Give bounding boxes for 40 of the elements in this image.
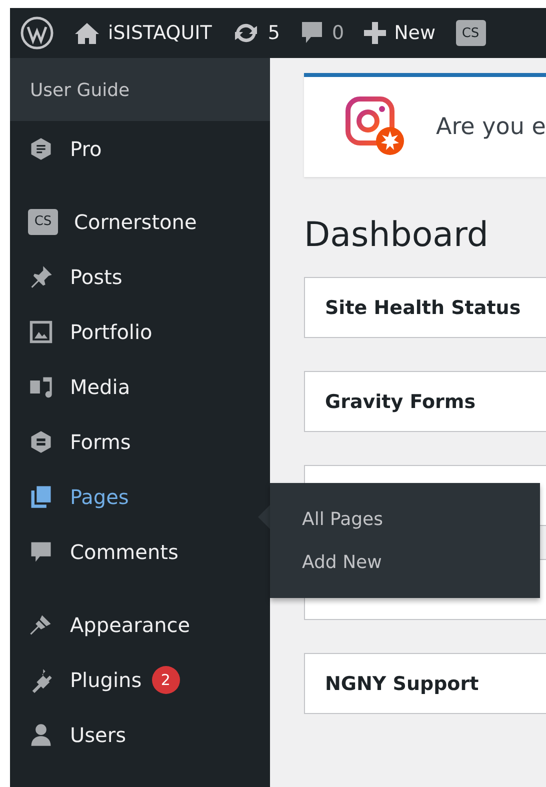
sidebar-menu-item[interactable]: Appearance bbox=[10, 597, 270, 652]
menu-label: Cornerstone bbox=[74, 210, 197, 234]
page-title: Dashboard bbox=[304, 215, 490, 255]
sidebar-menu-item[interactable]: Forms bbox=[10, 414, 270, 469]
cs-logo-icon[interactable]: CS bbox=[456, 20, 486, 46]
sidebar-menu-item[interactable]: Portfolio bbox=[10, 304, 270, 359]
menu-label: Plugins bbox=[70, 668, 142, 692]
site-name-link[interactable]: iSISTAQUIT bbox=[108, 22, 212, 44]
sidebar-menu-item[interactable]: Posts bbox=[10, 249, 270, 304]
menu-label: Comments bbox=[70, 540, 178, 564]
submenu-link[interactable]: User Guide bbox=[30, 80, 270, 101]
sidebar-menu-item[interactable]: Comments bbox=[10, 524, 270, 579]
sidebar-menu-item[interactable]: Media bbox=[10, 359, 270, 414]
menu-label: Pro bbox=[70, 136, 102, 160]
updates-count[interactable]: 5 bbox=[268, 22, 280, 44]
gallery-icon bbox=[28, 318, 54, 344]
menu-label: Appearance bbox=[70, 612, 190, 636]
menu-label: Pages bbox=[70, 484, 129, 508]
menu-label: Posts bbox=[70, 264, 122, 288]
wordpress-logo-icon[interactable] bbox=[20, 16, 54, 50]
widget-title[interactable]: NGNY Support bbox=[325, 672, 479, 694]
cs-logo-icon: CS bbox=[28, 208, 58, 234]
widget-title[interactable]: Gravity Forms bbox=[325, 390, 476, 412]
sidebar-menu-item[interactable]: Plugins 2 bbox=[10, 652, 270, 707]
new-link[interactable]: New bbox=[394, 22, 436, 44]
flyout-link[interactable]: Add New bbox=[302, 552, 540, 572]
sidebar-menu-item[interactable]: CS Cornerstone bbox=[10, 194, 270, 249]
flyout-link[interactable]: All Pages bbox=[302, 508, 540, 530]
menu-label: Portfolio bbox=[70, 320, 152, 344]
menu-label: Forms bbox=[70, 430, 131, 454]
count-badge: 2 bbox=[152, 666, 180, 694]
home-icon[interactable] bbox=[74, 21, 100, 45]
menu-label: Media bbox=[70, 374, 130, 398]
notice-text: Are you e bbox=[436, 114, 546, 140]
menu-label: Users bbox=[70, 722, 126, 746]
sidebar-menu-item[interactable]: Users bbox=[10, 707, 270, 762]
plus-icon[interactable] bbox=[364, 22, 386, 44]
comments-count[interactable]: 0 bbox=[332, 22, 344, 44]
widget-title[interactable]: Site Health Status bbox=[325, 296, 521, 318]
sidebar-menu-item[interactable]: Pro bbox=[10, 121, 270, 176]
